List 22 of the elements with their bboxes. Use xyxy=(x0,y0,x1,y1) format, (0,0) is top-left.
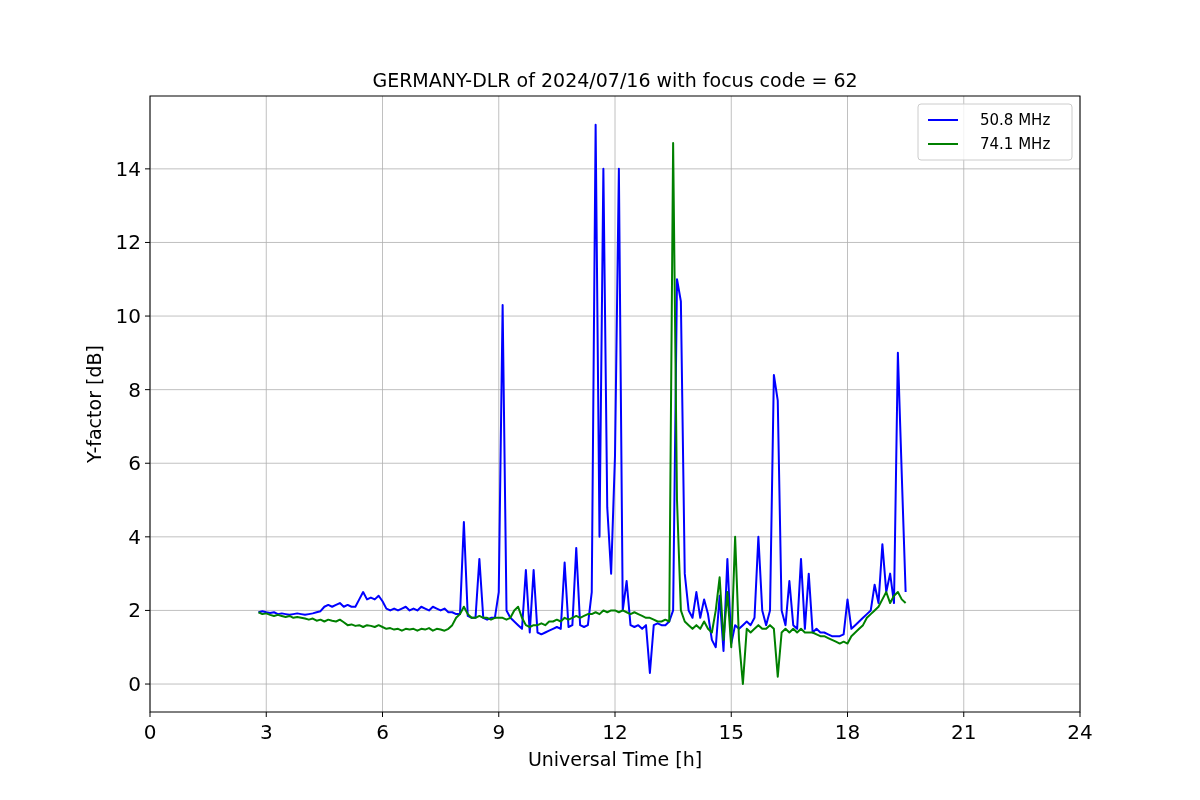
axis-title: Universal Time [h] xyxy=(527,748,703,770)
chart-title: GERMANY-DLR of 2024/07/16 with focus code = 62 xyxy=(372,69,858,91)
tick-label: 15 xyxy=(718,720,744,744)
tick-label: 10 xyxy=(115,304,141,329)
axis-title: Y-factor [dB] xyxy=(83,345,105,463)
tick-label: 6 xyxy=(376,720,389,744)
tick-label: 3 xyxy=(259,720,273,744)
tick-label: 12 xyxy=(115,230,141,255)
tick-label: 0 xyxy=(128,672,141,697)
tick-label: 12 xyxy=(602,720,628,744)
tick-label: 2 xyxy=(128,598,141,623)
tick-label: 14 xyxy=(115,156,141,181)
tick-label: 0 xyxy=(143,720,157,744)
tick-label: 9 xyxy=(492,720,506,744)
legend-label: 50.8 MHz xyxy=(980,111,1051,129)
tick-label: 6 xyxy=(128,451,141,476)
tick-label: 18 xyxy=(834,720,861,744)
tick-label: 4 xyxy=(128,524,141,549)
tick-label: 21 xyxy=(951,720,977,744)
tick-label: 8 xyxy=(128,377,141,402)
tick-label: 24 xyxy=(1067,720,1093,744)
legend-label: 74.1 MHz xyxy=(980,135,1051,153)
